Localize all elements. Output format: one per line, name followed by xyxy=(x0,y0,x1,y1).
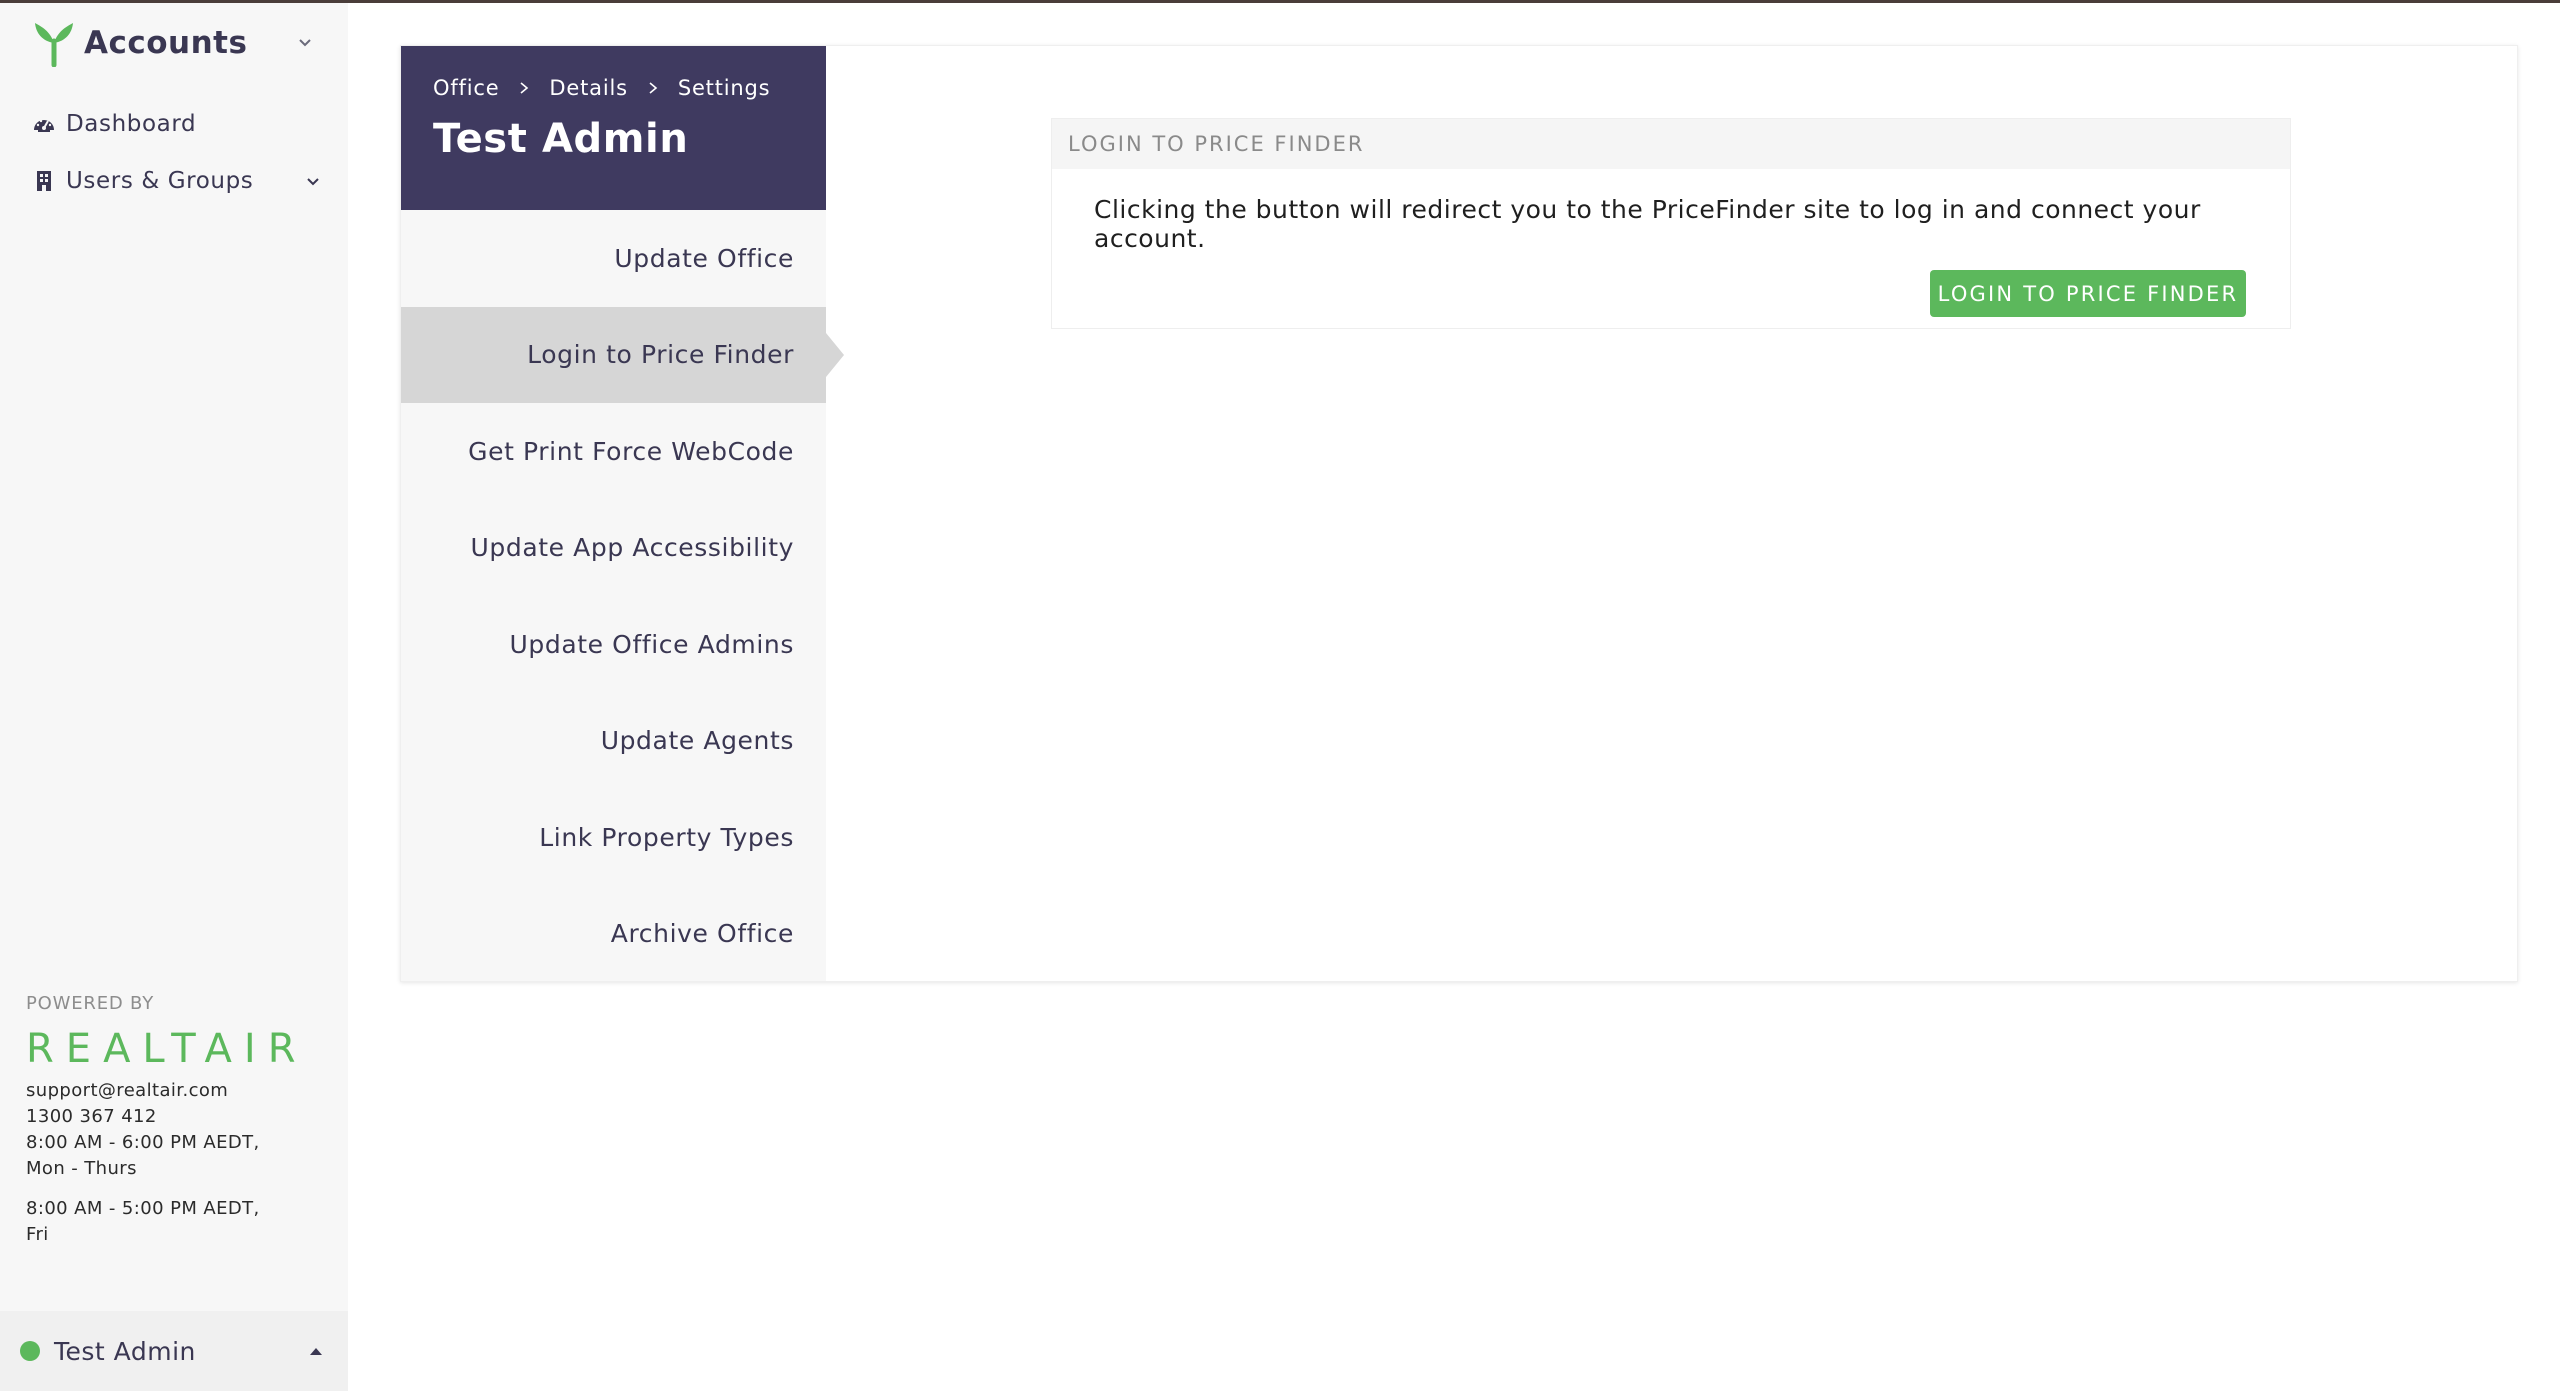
breadcrumb-office[interactable]: Office xyxy=(433,76,499,100)
hours-friday-time: 8:00 AM - 5:00 PM AEDT, xyxy=(26,1198,260,1219)
caret-up-icon[interactable] xyxy=(308,1345,324,1357)
building-icon xyxy=(37,171,51,191)
menu-item-link-property-types[interactable]: Link Property Types xyxy=(401,789,826,886)
user-name: Test Admin xyxy=(54,1336,196,1366)
app-sidebar: Accounts Dashboard Users & Groups POWERE… xyxy=(0,3,348,1391)
hours-friday-days: Fri xyxy=(26,1224,49,1245)
menu-item-office-admins[interactable]: Update Office Admins xyxy=(401,596,826,693)
login-price-finder-button[interactable]: LOGIN TO PRICE FINDER xyxy=(1930,270,2246,317)
chevron-down-icon[interactable] xyxy=(296,33,314,51)
breadcrumb-details[interactable]: Details xyxy=(549,76,627,100)
menu-item-print-force-webcode[interactable]: Get Print Force WebCode xyxy=(401,403,826,500)
content-area: LOGIN TO PRICE FINDER Clicking the butto… xyxy=(826,46,2517,981)
panel-description: Clicking the button will redirect you to… xyxy=(1094,195,2201,253)
panel-heading: LOGIN TO PRICE FINDER xyxy=(1052,119,2290,169)
support-phone: 1300 367 412 xyxy=(26,1106,157,1127)
hours-weekday-days: Mon - Thurs xyxy=(26,1158,137,1179)
online-status-dot xyxy=(20,1341,40,1361)
page-title: Test Admin xyxy=(433,116,689,162)
chevron-right-icon xyxy=(649,82,658,94)
app-switcher[interactable]: Accounts xyxy=(0,3,348,83)
settings-header: Office Details Settings Test Admin xyxy=(401,46,826,210)
nav-users-groups-label: Users & Groups xyxy=(66,168,254,194)
menu-item-update-agents[interactable]: Update Agents xyxy=(401,693,826,790)
realtair-logo: REALTAIR xyxy=(26,1026,308,1072)
sprout-logo-icon xyxy=(35,23,73,67)
nav-users-groups[interactable]: Users & Groups xyxy=(32,168,322,194)
top-border xyxy=(0,0,2560,3)
breadcrumb-settings[interactable]: Settings xyxy=(678,76,771,100)
menu-item-archive-office[interactable]: Archive Office xyxy=(401,886,826,983)
chevron-down-icon[interactable] xyxy=(304,172,322,190)
breadcrumb: Office Details Settings xyxy=(433,76,826,100)
support-info: POWERED BY REALTAIR support@realtair.com… xyxy=(26,993,326,1248)
settings-card: Office Details Settings Test Admin Updat… xyxy=(400,45,2518,982)
powered-by-label: POWERED BY xyxy=(26,993,155,1014)
hours-weekday-time: 8:00 AM - 6:00 PM AEDT, xyxy=(26,1132,260,1153)
nav-dashboard-label: Dashboard xyxy=(66,111,197,137)
nav-dashboard[interactable]: Dashboard xyxy=(32,111,196,137)
support-email[interactable]: support@realtair.com xyxy=(26,1078,326,1104)
app-title: Accounts xyxy=(84,25,248,61)
menu-item-update-office[interactable]: Update Office xyxy=(401,210,826,307)
price-finder-panel: LOGIN TO PRICE FINDER Clicking the butto… xyxy=(1051,118,2291,329)
settings-menu: Office Details Settings Test Admin Updat… xyxy=(401,46,844,983)
settings-menu-list: Update Office Login to Price Finder Get … xyxy=(401,210,844,983)
menu-item-login-price-finder[interactable]: Login to Price Finder xyxy=(401,306,844,403)
user-menu[interactable]: Test Admin xyxy=(0,1311,348,1391)
chevron-right-icon xyxy=(520,82,529,94)
dashboard-icon xyxy=(34,119,54,132)
menu-item-app-accessibility[interactable]: Update App Accessibility xyxy=(401,500,826,597)
